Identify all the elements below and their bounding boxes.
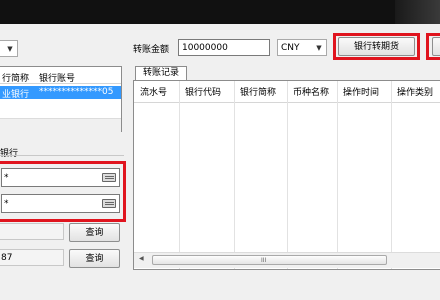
scrollbar-thumb[interactable]: III xyxy=(152,255,387,265)
amount-input[interactable]: 10000000 xyxy=(178,39,270,56)
amount-label: 转账金额 xyxy=(133,45,170,55)
currency-combo[interactable]: CNY ▼ xyxy=(277,39,327,56)
password-fields-highlight: * * xyxy=(0,161,126,222)
dropdown-arrow-icon: ▼ xyxy=(316,44,322,52)
balance-field: 87 xyxy=(0,249,64,266)
column-header: 操作时间 xyxy=(343,88,380,98)
amount-value: 10000000 xyxy=(182,43,228,53)
password-mask: * xyxy=(4,199,9,209)
balance-value: 87 xyxy=(1,253,13,263)
fund-password-input[interactable]: * xyxy=(1,194,120,213)
column-divider xyxy=(234,81,235,269)
column-header: 币种名称 xyxy=(293,88,330,98)
account-cell: **************05 xyxy=(39,87,114,97)
dropdown-arrow-icon: ▼ xyxy=(7,45,13,53)
query-button[interactable]: 查询 xyxy=(69,223,120,242)
account-combo[interactable]: ▼ xyxy=(0,40,18,57)
scroll-left-icon[interactable]: ◀ xyxy=(139,255,144,262)
bank-section-label: 银行 xyxy=(0,149,19,159)
bank-account-table: 行简称 银行账号 业银行 **************05 xyxy=(0,66,122,132)
column-divider xyxy=(337,81,338,269)
bank-table-header: 行简称 银行账号 xyxy=(0,67,121,84)
tab-transfer-records[interactable]: 转账记录 xyxy=(135,66,187,81)
query-field xyxy=(0,223,64,240)
keyboard-icon[interactable] xyxy=(102,199,116,208)
column-divider xyxy=(287,81,288,269)
column-header: 行简称 xyxy=(2,74,30,84)
next-button-highlight xyxy=(426,33,440,60)
currency-value: CNY xyxy=(281,43,300,53)
bank-password-input[interactable]: * xyxy=(1,168,120,187)
transfer-records-table: 流水号 银行代码 银行简称 币种名称 操作时间 操作类别 ◀ III xyxy=(133,80,440,270)
column-header: 流水号 xyxy=(140,88,168,98)
bank-table-scrollbar[interactable] xyxy=(0,118,121,132)
column-header: 银行简称 xyxy=(240,88,277,98)
column-divider xyxy=(179,81,180,269)
section-divider xyxy=(0,155,124,156)
password-mask: * xyxy=(4,173,9,183)
records-horizontal-scrollbar[interactable]: ◀ III xyxy=(134,252,440,268)
scrollbar-grip: III xyxy=(261,257,267,264)
bank-to-futures-button[interactable]: 银行转期货 xyxy=(338,37,415,56)
next-action-button[interactable] xyxy=(432,37,440,56)
window-titlebar xyxy=(0,0,440,24)
bank-cell: 业银行 xyxy=(2,90,30,100)
keyboard-icon[interactable] xyxy=(102,173,116,182)
column-divider xyxy=(391,81,392,269)
column-header: 银行代码 xyxy=(185,88,222,98)
transfer-button-highlight: 银行转期货 xyxy=(333,33,420,60)
titlebar-glow xyxy=(395,0,440,24)
column-header: 银行账号 xyxy=(39,74,76,84)
column-header: 操作类别 xyxy=(397,88,434,98)
query-balance-button[interactable]: 查询 xyxy=(69,249,120,268)
table-row[interactable]: 业银行 **************05 xyxy=(0,86,121,100)
